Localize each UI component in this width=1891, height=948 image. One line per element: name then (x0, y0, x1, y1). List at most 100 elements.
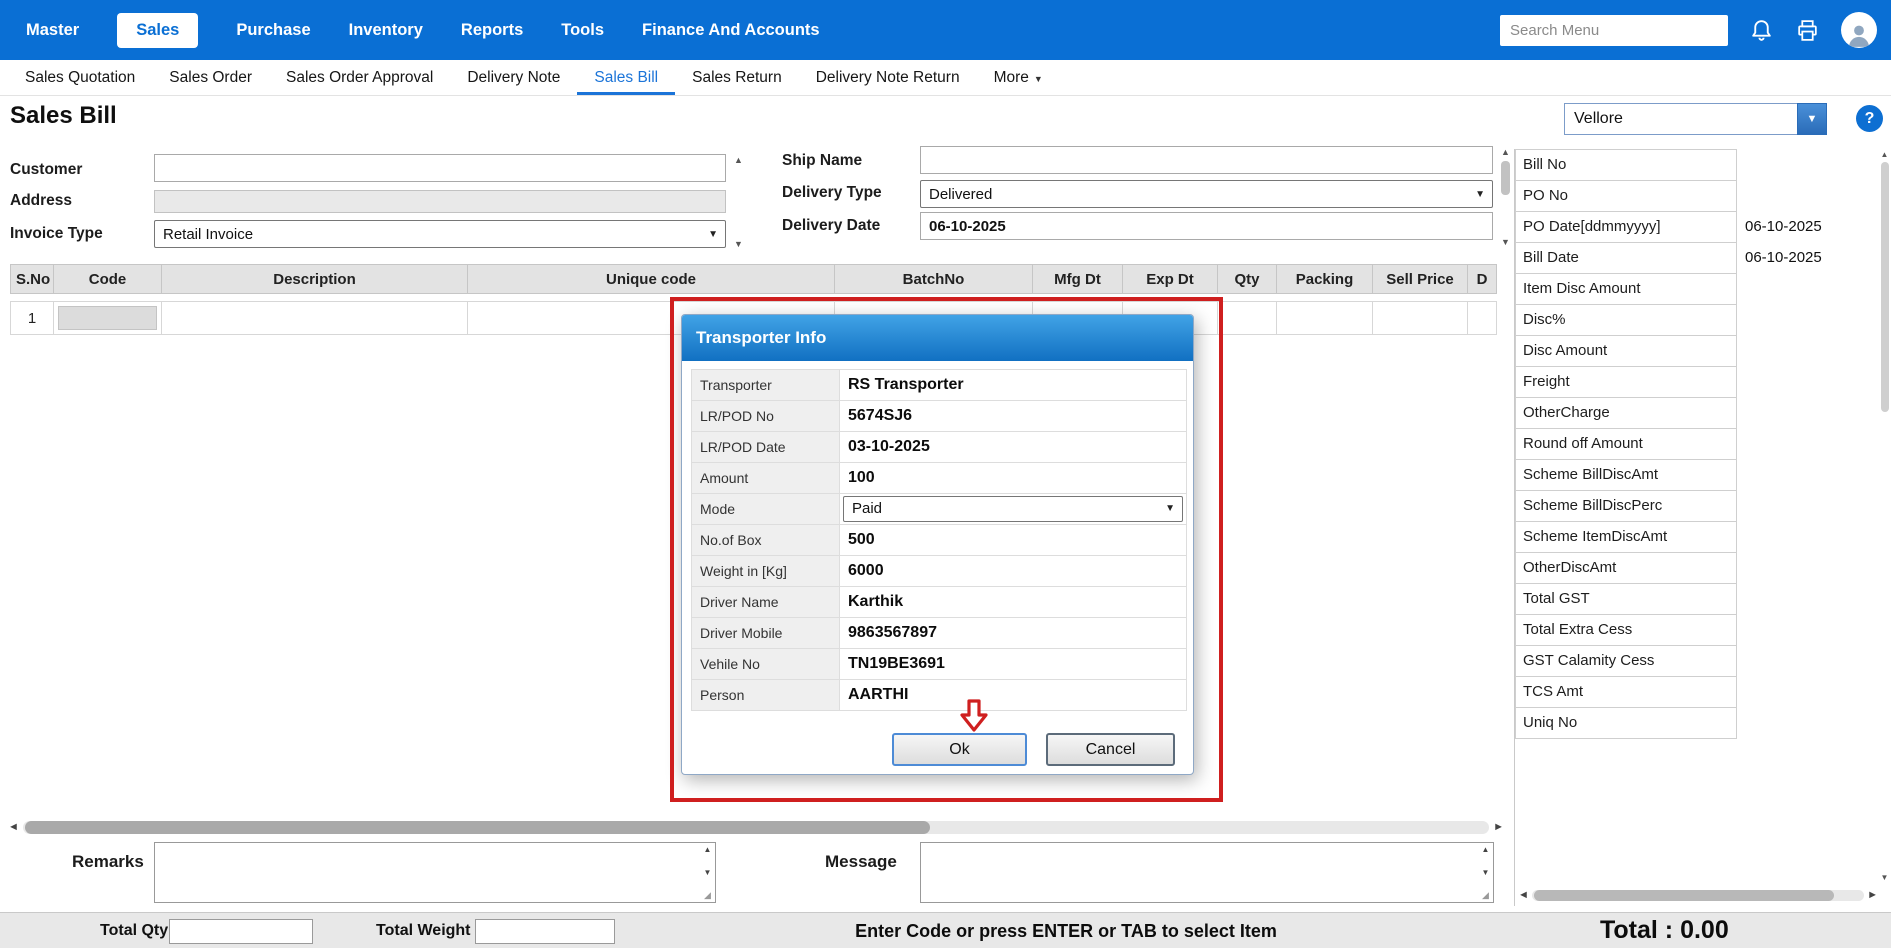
total-qty-input[interactable] (169, 919, 313, 944)
printer-icon[interactable] (1795, 18, 1820, 43)
search-input[interactable] (1500, 15, 1728, 46)
tab-more[interactable]: More▼ (977, 60, 1060, 95)
tab-sales-bill[interactable]: Sales Bill (577, 60, 675, 95)
middle-form-scrollbar[interactable]: ▲ ▼ (1498, 147, 1513, 247)
field-value[interactable]: 06-10-2025 (1737, 211, 1891, 243)
nav-item-reports[interactable]: Reports (461, 21, 523, 40)
tab-sales-order-approval[interactable]: Sales Order Approval (269, 60, 450, 95)
nav-item-master[interactable]: Master (26, 21, 79, 40)
branch-selector[interactable]: Vellore ▼ (1564, 103, 1827, 135)
nav-item-finance-and-accounts[interactable]: Finance And Accounts (642, 21, 820, 40)
ship-name-input[interactable] (920, 146, 1493, 174)
invoice-type-select[interactable]: Retail Invoice ▼ (154, 220, 726, 248)
field-value[interactable] (1737, 645, 1891, 677)
cell-packing[interactable] (1276, 301, 1373, 335)
field-value[interactable]: 06-10-2025 (1737, 242, 1891, 274)
scrollbar-thumb[interactable] (1501, 161, 1510, 195)
field-value[interactable]: 6000 (840, 556, 1186, 586)
field-value[interactable] (1737, 707, 1891, 739)
scrollbar-thumb[interactable] (25, 821, 930, 834)
customer-input[interactable] (154, 154, 726, 182)
scroll-up-icon[interactable]: ▲ (1881, 150, 1889, 159)
nav-item-inventory[interactable]: Inventory (349, 21, 423, 40)
tab-delivery-note-return[interactable]: Delivery Note Return (799, 60, 977, 95)
field-value[interactable] (1737, 397, 1891, 429)
scroll-right-icon[interactable]: ► (1493, 819, 1504, 836)
delivery-date-input[interactable] (920, 212, 1493, 240)
scrollbar-thumb[interactable] (1534, 890, 1834, 901)
cell-description[interactable] (161, 301, 468, 335)
scroll-right-icon[interactable]: ► (1867, 887, 1878, 904)
scroll-down-icon[interactable]: ▼ (1881, 873, 1889, 882)
field-value[interactable] (1737, 180, 1891, 212)
cancel-button[interactable]: Cancel (1046, 733, 1175, 766)
field-value[interactable] (1737, 676, 1891, 708)
field-value[interactable]: 100 (840, 463, 1186, 493)
total-weight-input[interactable] (475, 919, 615, 944)
nav-item-tools[interactable]: Tools (561, 21, 604, 40)
scroll-up-icon[interactable]: ▲ (1482, 845, 1490, 854)
branch-selector-value[interactable]: Vellore (1564, 103, 1797, 135)
remarks-textarea[interactable] (154, 842, 716, 903)
scroll-left-icon[interactable]: ◄ (1518, 887, 1529, 904)
field-value[interactable] (1737, 428, 1891, 460)
scroll-down-icon[interactable]: ▼ (1482, 868, 1490, 877)
scroll-down-icon[interactable]: ▼ (1501, 237, 1510, 247)
scroll-up-icon[interactable]: ▲ (1501, 147, 1510, 157)
field-value[interactable]: RS Transporter (840, 370, 1186, 400)
field-value[interactable] (1737, 552, 1891, 584)
field-value[interactable] (1737, 366, 1891, 398)
scrollbar-thumb[interactable] (1881, 162, 1889, 412)
field-value[interactable] (1737, 459, 1891, 491)
tab-sales-order[interactable]: Sales Order (152, 60, 269, 95)
scroll-up-icon[interactable]: ▲ (704, 845, 712, 854)
address-input[interactable] (154, 190, 726, 213)
remarks-scroll-gutter[interactable]: ▲ ▼ ◢ (701, 845, 714, 901)
field-value[interactable]: 9863567897 (840, 618, 1186, 648)
scroll-down-icon[interactable]: ▼ (734, 239, 743, 249)
field-value[interactable] (1737, 335, 1891, 367)
field-value[interactable] (1737, 490, 1891, 522)
message-scroll-gutter[interactable]: ▲ ▼ ◢ (1479, 845, 1492, 901)
delivery-type-select[interactable]: Delivered ▼ (920, 180, 1493, 208)
tab-delivery-note[interactable]: Delivery Note (450, 60, 577, 95)
field-value[interactable]: AARTHI (840, 680, 1186, 710)
field-value[interactable] (1737, 149, 1891, 181)
code-entry-box[interactable] (58, 306, 157, 330)
scroll-down-icon[interactable]: ▼ (704, 868, 712, 877)
side-panel-horizontal-scrollbar[interactable]: ◄ ► (1518, 888, 1878, 903)
field-value[interactable]: TN19BE3691 (840, 649, 1186, 679)
main-horizontal-scrollbar[interactable]: ◄ ► (8, 819, 1504, 836)
field-value[interactable] (1737, 583, 1891, 615)
field-value[interactable]: 03-10-2025 (840, 432, 1186, 462)
resize-handle-icon[interactable]: ◢ (704, 890, 711, 901)
nav-item-sales[interactable]: Sales (117, 13, 198, 48)
cell-qty[interactable] (1217, 301, 1277, 335)
help-icon[interactable]: ? (1856, 105, 1883, 132)
user-avatar[interactable] (1841, 12, 1877, 48)
tab-sales-return[interactable]: Sales Return (675, 60, 799, 95)
side-panel-vertical-scrollbar[interactable]: ▲ ▼ (1878, 150, 1891, 882)
scroll-left-icon[interactable]: ◄ (8, 819, 19, 836)
scroll-up-icon[interactable]: ▲ (734, 155, 743, 165)
message-textarea[interactable] (920, 842, 1494, 903)
scrollbar-track[interactable] (23, 821, 1489, 834)
bell-icon[interactable] (1749, 18, 1774, 43)
branch-dropdown-button[interactable]: ▼ (1797, 103, 1827, 135)
nav-item-purchase[interactable]: Purchase (236, 21, 310, 40)
field-value[interactable] (1737, 273, 1891, 305)
field-value[interactable]: 5674SJ6 (840, 401, 1186, 431)
tab-sales-quotation[interactable]: Sales Quotation (8, 60, 152, 95)
mode-select[interactable]: Paid ▼ (843, 496, 1183, 522)
field-value[interactable] (1737, 304, 1891, 336)
field-value[interactable] (1737, 614, 1891, 646)
cell-sell-price[interactable] (1372, 301, 1468, 335)
cell-disc[interactable] (1467, 301, 1497, 335)
cell-code-input[interactable] (53, 301, 162, 335)
scrollbar-track[interactable] (1532, 890, 1864, 901)
field-value[interactable]: Karthik (840, 587, 1186, 617)
left-form-scrollbar[interactable]: ▲ ▼ (731, 155, 746, 249)
resize-handle-icon[interactable]: ◢ (1482, 890, 1489, 901)
field-value[interactable]: 500 (840, 525, 1186, 555)
field-value[interactable] (1737, 521, 1891, 553)
